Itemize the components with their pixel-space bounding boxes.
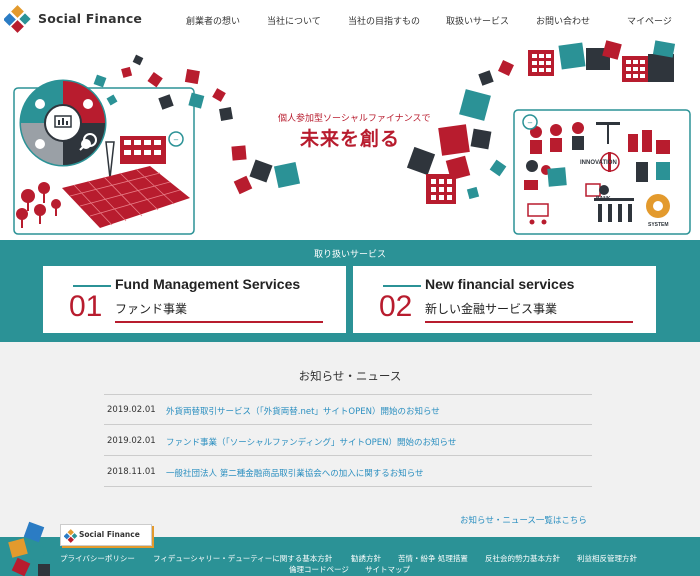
hero-headline: 未来を創る [300,128,401,150]
bank-label: BANK [596,196,611,202]
footer-privacy-policy[interactable]: プライバシーポリシー [60,553,135,564]
footer-fiduciary-duty-policy[interactable]: フィデューシャリー・デューティーに関する基本方針 [153,553,332,564]
news-date: 2018.11.01 [107,467,156,477]
service-number: 01 [69,290,103,323]
news-section: お知らせ・ニュース 2019.02.01 外貨両替取引サービス（「外貨両替.ne… [0,342,700,537]
service-title-en: Fund Management Services [115,276,301,292]
social-finance-logo-icon [64,529,78,543]
service-card-new-financial[interactable]: New financial services 02 新しい金融サービス事業 [353,266,656,333]
footer-solicitation-policy[interactable]: 勧誘方針 [351,553,381,564]
service-title-en: New financial services [425,276,575,292]
card-underline [425,321,633,323]
news-link[interactable]: 一般社団法人 第二種金融商品取引業協会への加入に関するお知らせ [166,467,424,479]
footer-complaint-handling[interactable]: 苦情・紛争 処理措置 [398,553,468,564]
card-underline [115,321,323,323]
social-finance-logo-icon[interactable] [4,5,32,33]
news-title: お知らせ・ニュース [298,369,402,383]
nav-our-vision[interactable]: 当社の目指すもの [348,14,420,27]
news-link[interactable]: ファンド事業（「ソーシャルファンディング」サイトOPEN）開始のお知らせ [166,436,456,448]
site-header: Social Finance 創業者の想い 当社について 当社の目指すもの 取扱… [0,0,700,38]
innovation-label: INNOVATION [580,160,617,166]
nav-services[interactable]: 取扱いサービス [446,14,509,27]
svg-text:−: − [527,119,533,127]
news-date: 2019.02.01 [107,405,156,415]
footer-sitemap[interactable]: サイトマップ [365,564,410,575]
service-card-fund-management[interactable]: Fund Management Services 01 ファンド事業 [43,266,346,333]
services-title: 取り扱いサービス [313,250,386,260]
svg-text:−: − [173,136,179,144]
footer-conflict-of-interest-policy[interactable]: 利益相反管理方針 [577,553,637,564]
hero-banner: − − 個人参加型ソーシャルファイナンスで 未来を創る INNOVATION B… [0,38,700,240]
nav-founder-message[interactable]: 創業者の想い [186,14,240,27]
card-divider [383,285,421,287]
news-item: 2018.11.01 一般社団法人 第二種金融商品取引業協会への加入に関するお知… [104,457,592,487]
news-link[interactable]: 外貨両替取引サービス（「外貨両替.net」サイトOPEN）開始のお知らせ [166,405,440,417]
brand-name[interactable]: Social Finance [38,11,142,26]
service-title-jp: 新しい金融サービス事業 [425,302,558,316]
news-list-link[interactable]: お知らせ・ニュース一覧はこちら [460,514,587,526]
footer-ethics-code[interactable]: 倫理コードページ [289,564,349,575]
system-label: SYSTEM [648,222,669,228]
news-date: 2019.02.01 [107,436,156,446]
footer-brand-name: Social Finance [79,530,140,539]
nav-about-us[interactable]: 当社について [267,14,321,27]
news-item: 2019.02.01 外貨両替取引サービス（「外貨両替.net」サイトOPEN）… [104,395,592,425]
card-divider [73,285,111,287]
service-title-jp: ファンド事業 [115,302,188,316]
services-section: 取り扱いサービス Fund Management Services 01 ファン… [0,240,700,342]
footer-puzzle-decoration [8,521,50,576]
nav-contact[interactable]: お問い合わせ [536,14,590,27]
nav-mypage[interactable]: マイページ [627,14,672,27]
footer-brand-badge[interactable]: Social Finance [60,524,152,546]
footer-antisocial-forces-policy[interactable]: 反社会的勢力基本方針 [485,553,560,564]
hero-tagline: 個人参加型ソーシャルファイナンスで [278,114,431,124]
news-item: 2019.02.01 ファンド事業（「ソーシャルファンディング」サイトOPEN）… [104,426,592,456]
service-number: 02 [379,290,413,323]
